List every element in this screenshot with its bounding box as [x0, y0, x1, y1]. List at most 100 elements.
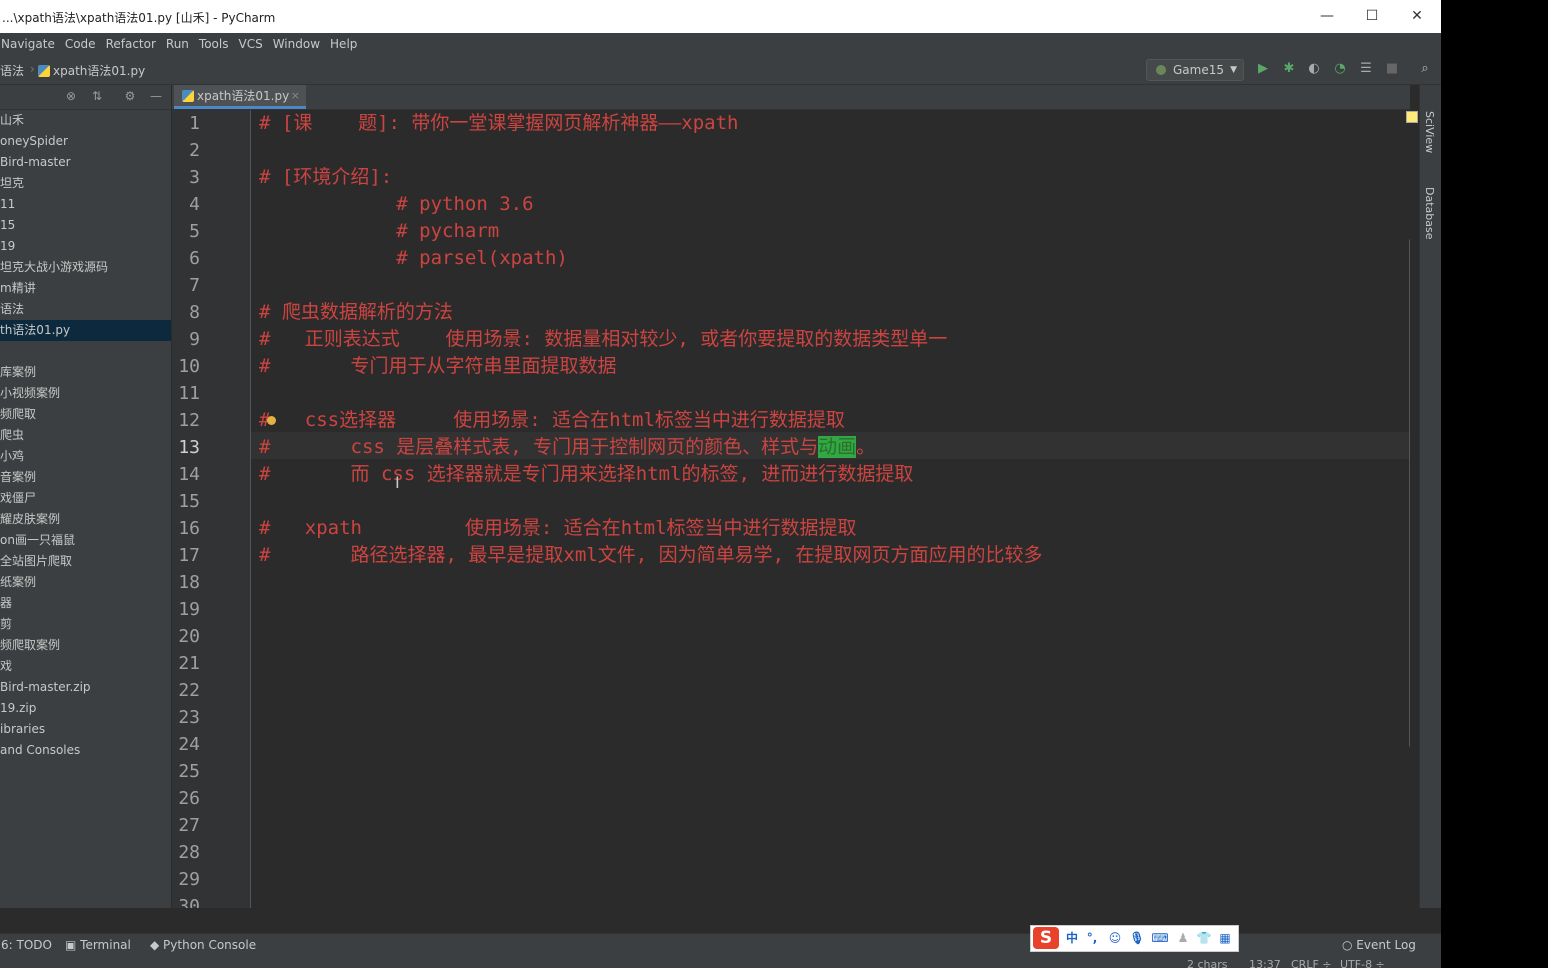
event-log-tab[interactable]: ○ Event Log	[1342, 938, 1416, 952]
tree-item[interactable]: 戏	[0, 656, 171, 677]
menu-help[interactable]: Help	[325, 33, 362, 55]
locate-icon[interactable]: ⊗	[64, 89, 78, 103]
code-line[interactable]: # 专门用于从字符串里面提取数据	[259, 353, 617, 380]
code-text: # 爬虫数据解析的方法	[259, 301, 453, 323]
ime-mode[interactable]: 中	[1063, 929, 1081, 947]
tree-item[interactable]: 爬虫	[0, 425, 171, 446]
tree-item[interactable]: 坦克	[0, 173, 171, 194]
profile-icon[interactable]: ◔	[1332, 61, 1348, 77]
punctuation-icon[interactable]: °,	[1083, 929, 1101, 947]
menu-run[interactable]: Run	[161, 33, 194, 55]
breadcrumb-file[interactable]: xpath语法01.py	[38, 62, 145, 79]
editor-scrollbar[interactable]	[1409, 238, 1410, 748]
code-line[interactable]: # 路径选择器, 最早是提取xml文件, 因为简单易学, 在提取网页方面应用的比…	[259, 542, 1042, 569]
tree-item[interactable]: on画一只福鼠	[0, 530, 171, 551]
event-log-icon: ○	[1342, 938, 1357, 952]
tree-item[interactable]: Bird-master	[0, 152, 171, 173]
tree-item[interactable]: 小视频案例	[0, 383, 171, 404]
tree-item[interactable]: 音案例	[0, 467, 171, 488]
code-line[interactable]: # css选择器 使用场景: 适合在html标签当中进行数据提取	[259, 407, 845, 434]
debug-icon[interactable]: ✱	[1281, 61, 1297, 77]
user-icon[interactable]: ♟	[1174, 929, 1192, 947]
tree-item[interactable]: 频爬取案例	[0, 635, 171, 656]
tab-xpath-file[interactable]: xpath语法01.py ×	[174, 85, 306, 109]
tree-item[interactable]: ibraries	[0, 719, 171, 740]
tree-item[interactable]: 小鸡	[0, 446, 171, 467]
tree-item[interactable]: and Consoles	[0, 740, 171, 761]
coverage-icon[interactable]: ◐	[1306, 61, 1322, 77]
concurrency-icon[interactable]: ☰	[1358, 61, 1374, 77]
menu-window[interactable]: Window	[268, 33, 325, 55]
breadcrumb-folder[interactable]: 语法	[0, 62, 24, 79]
close-tab-icon[interactable]: ×	[291, 85, 300, 107]
python-file-icon	[182, 90, 194, 102]
tree-item[interactable]: 11	[0, 194, 171, 215]
gear-icon[interactable]: ⚙	[123, 89, 137, 103]
menu-vcs[interactable]: VCS	[233, 33, 267, 55]
sciview-tab[interactable]: SciView	[1423, 111, 1436, 153]
code-line[interactable]: # 正则表达式 使用场景: 数据量相对较少, 或者你要提取的数据类型单一	[259, 326, 947, 353]
menu-code[interactable]: Code	[60, 33, 101, 55]
tree-item[interactable]: 库案例	[0, 362, 171, 383]
code-line[interactable]: # [课 题]: 带你一堂课掌握网页解析神器——xpath	[259, 110, 738, 137]
search-icon[interactable]: ⌕	[1417, 61, 1433, 77]
tree-item[interactable]: 19	[0, 236, 171, 257]
file-encoding[interactable]: UTF-8 ÷	[1340, 958, 1385, 968]
tree-item[interactable]: 耀皮肤案例	[0, 509, 171, 530]
tree-item[interactable]: th语法01.py	[0, 320, 171, 341]
code-line[interactable]: # 而 css 选择器就是专门用来选择html的标签, 进而进行数据提取	[259, 461, 913, 488]
code-line[interactable]: # css 是层叠样式表, 专门用于控制网页的颜色、样式与动画。	[259, 434, 875, 461]
terminal-icon: ▣	[65, 938, 81, 952]
caret-position[interactable]: 13:37	[1249, 958, 1281, 968]
tree-item[interactable]: 坦克大战小游戏源码	[0, 257, 171, 278]
tree-item[interactable]: 纸案例	[0, 572, 171, 593]
hide-icon[interactable]: —	[149, 89, 163, 103]
tree-item[interactable]: 剪	[0, 614, 171, 635]
collapse-icon[interactable]: ⇅	[90, 89, 104, 103]
microphone-icon[interactable]: 🎙	[1128, 929, 1146, 947]
keyboard-icon[interactable]: ⌨	[1151, 929, 1169, 947]
minimize-button[interactable]: —	[1316, 6, 1338, 26]
menu-refactor[interactable]: Refactor	[101, 33, 161, 55]
run-configuration-select[interactable]: Game15 ▼	[1146, 59, 1244, 81]
close-button[interactable]: ✕	[1406, 6, 1428, 26]
terminal-tab[interactable]: ▣ Terminal	[65, 938, 131, 952]
maximize-button[interactable]: ☐	[1361, 6, 1383, 26]
tree-item[interactable]: Bird-master.zip	[0, 677, 171, 698]
code-line[interactable]: # pycharm	[259, 218, 499, 245]
sogou-logo[interactable]: S	[1033, 927, 1059, 949]
tree-item[interactable]: 全站图片爬取	[0, 551, 171, 572]
line-separator[interactable]: CRLF ÷	[1291, 958, 1332, 968]
line-number: 11	[178, 383, 200, 404]
tree-item[interactable]: 山禾	[0, 110, 171, 131]
code-line[interactable]: # parsel(xpath)	[259, 245, 568, 272]
tree-item[interactable]	[0, 341, 171, 362]
run-icon[interactable]: ▶	[1255, 61, 1271, 77]
tree-item[interactable]: m精讲	[0, 278, 171, 299]
tree-item[interactable]: 15	[0, 215, 171, 236]
todo-tab[interactable]: 6: TODO	[1, 938, 52, 952]
stop-icon[interactable]: ■	[1384, 61, 1400, 77]
menu-bar: Navigate Code Refactor Run Tools VCS Window Hel…	[0, 33, 1441, 55]
code-line[interactable]: # python 3.6	[259, 191, 533, 218]
toolbox-icon[interactable]: ▦	[1216, 929, 1234, 947]
menu-navigate[interactable]: Navigate	[0, 33, 60, 55]
tree-item[interactable]: 频爬取	[0, 404, 171, 425]
code-line[interactable]: # [环境介绍]:	[259, 164, 392, 191]
line-number: 18	[178, 572, 200, 593]
tree-item[interactable]: oneySpider	[0, 131, 171, 152]
tree-item[interactable]: 器	[0, 593, 171, 614]
intention-bulb-icon[interactable]	[267, 416, 276, 425]
tree-item[interactable]: 戏僵尸	[0, 488, 171, 509]
skin-icon[interactable]: 👕	[1195, 929, 1213, 947]
python-console-tab[interactable]: ◆ Python Console	[150, 938, 256, 952]
code-editor[interactable]: 1 2 3 4 5 6 7 8 9 10 11 12 13 14 15 16 17 18 19 20 21 22 23 24 2…	[172, 110, 1410, 908]
menu-tools[interactable]: Tools	[194, 33, 234, 55]
tree-item[interactable]: 19.zip	[0, 698, 171, 719]
inspection-status-icon[interactable]	[1406, 111, 1418, 123]
emoji-icon[interactable]: ☺	[1106, 929, 1124, 947]
code-line[interactable]: # 爬虫数据解析的方法	[259, 299, 453, 326]
database-tab[interactable]: Database	[1423, 187, 1436, 240]
code-line[interactable]: # xpath 使用场景: 适合在html标签当中进行数据提取	[259, 515, 857, 542]
tree-item[interactable]: 语法	[0, 299, 171, 320]
